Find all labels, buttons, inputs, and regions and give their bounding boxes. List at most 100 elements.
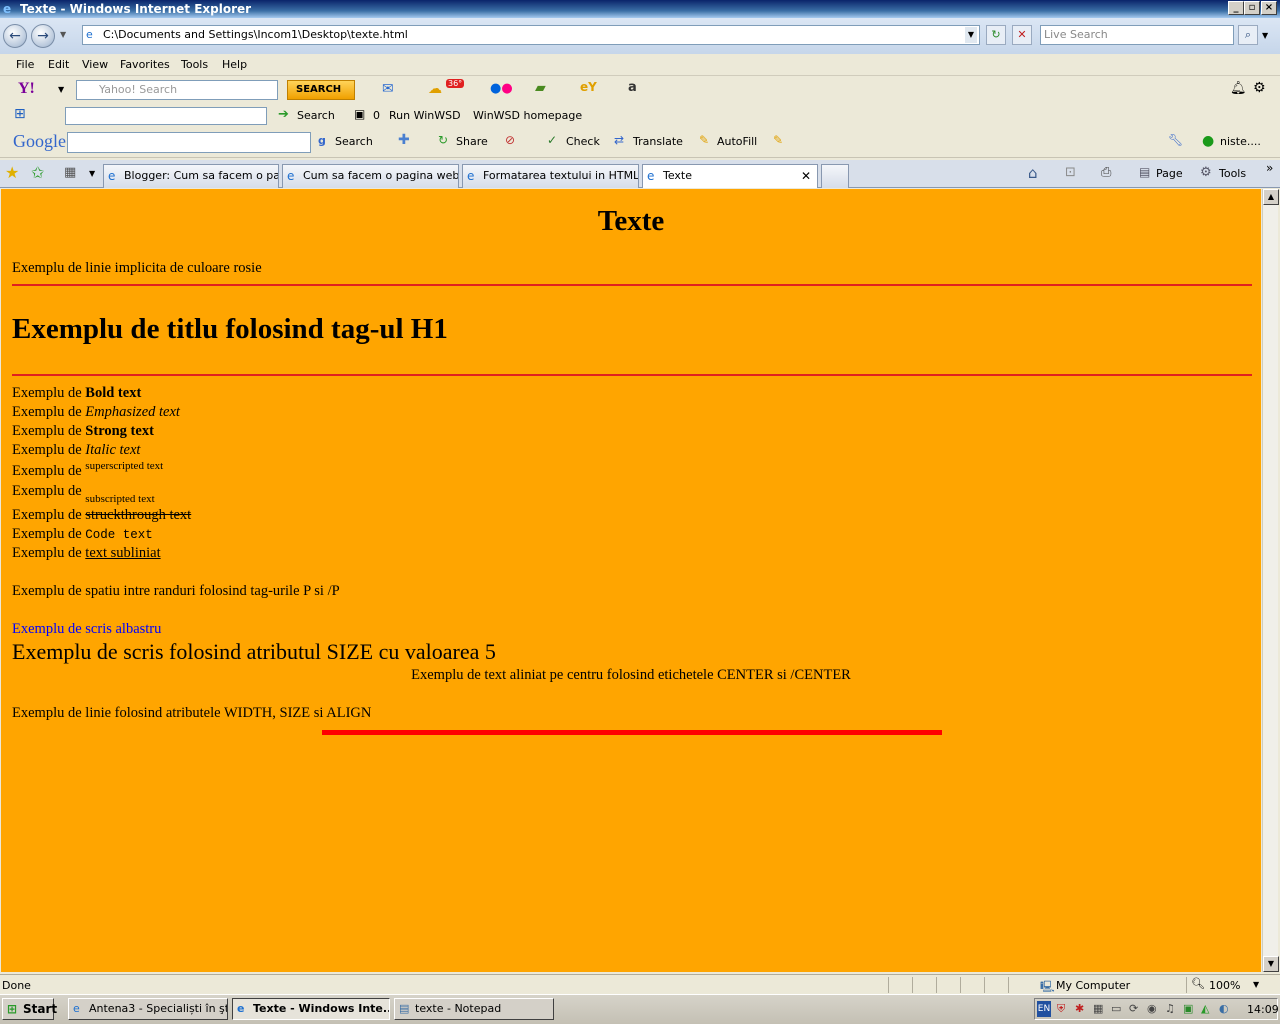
winwsd-search-button[interactable]: Search: [297, 109, 335, 122]
tray-app-icon[interactable]: ◐: [1219, 1002, 1229, 1015]
back-button[interactable]: ←: [3, 24, 27, 48]
menu-help[interactable]: Help: [222, 58, 247, 71]
amazon-icon[interactable]: a: [628, 80, 637, 95]
nvidia-icon[interactable]: ◭: [1201, 1002, 1209, 1015]
audio-icon[interactable]: ♫: [1165, 1002, 1175, 1015]
notepad-icon[interactable]: ▰: [535, 80, 546, 96]
check-button[interactable]: Check: [566, 135, 600, 148]
tab-texte[interactable]: e Texte ✕: [642, 164, 818, 188]
antivirus-icon[interactable]: ✱: [1075, 1002, 1084, 1015]
flickr-icon[interactable]: ●●: [490, 81, 513, 96]
ebay-icon[interactable]: eY: [580, 80, 597, 94]
shield-icon[interactable]: ⛨: [1057, 1002, 1065, 1016]
search-options-icon[interactable]: ▼: [1262, 31, 1268, 40]
window-title: Texte - Windows Internet Explorer: [20, 2, 252, 16]
tab-formatarea[interactable]: e Formatarea textului in HTML: [462, 164, 639, 188]
scroll-up-icon[interactable]: ▲: [1263, 189, 1279, 205]
live-search-input[interactable]: Live Search: [1040, 25, 1234, 45]
forward-button[interactable]: →: [31, 24, 55, 48]
update-icon[interactable]: ▣: [1183, 1002, 1193, 1015]
wrench-icon[interactable]: 🔧︎: [1168, 133, 1183, 147]
tools-menu-button[interactable]: Tools: [1219, 167, 1246, 180]
zoom-dropdown-icon[interactable]: ▼: [1253, 980, 1259, 989]
gear-icon[interactable]: ⚙: [1253, 80, 1266, 96]
taskbar-texte-ie[interactable]: e Texte - Windows Inte...: [232, 998, 390, 1020]
start-label: Start: [23, 1002, 58, 1016]
menu-tools[interactable]: Tools: [181, 58, 208, 71]
translate-button[interactable]: Translate: [633, 135, 683, 148]
taskbar-label: Antena3 - Specialiști în şt...: [89, 1002, 228, 1015]
page-title: Texte: [597, 205, 665, 237]
ie-icon: e: [108, 169, 116, 183]
google-g-icon: g: [318, 134, 326, 147]
horizontal-rule: [12, 284, 1252, 286]
highlighter-icon[interactable]: ✎: [773, 133, 783, 147]
device-icon[interactable]: ◉: [1147, 1002, 1157, 1015]
minimize-button[interactable]: _: [1228, 1, 1244, 15]
google-toolbar: Google g Search ✚ ↻ Share ⊘ ✓ Check ⇄ Tr…: [0, 128, 1280, 158]
maximize-button[interactable]: ▫: [1244, 1, 1260, 15]
yahoo-search-input[interactable]: Yahoo! Search: [76, 80, 278, 100]
winwsd-homepage-button[interactable]: WinWSD homepage: [473, 109, 582, 122]
address-dropdown-icon[interactable]: ▼: [965, 27, 977, 43]
taskbar-antena3[interactable]: e Antena3 - Specialiști în şt...: [68, 998, 228, 1020]
chevron-right-icon[interactable]: »: [1266, 161, 1273, 175]
tab-cum-sa-facem[interactable]: e Cum sa facem o pagina web:...: [282, 164, 459, 188]
refresh-icon[interactable]: ↻: [986, 25, 1006, 45]
popup-blocker-icon[interactable]: ⊘: [505, 133, 515, 147]
prefix-text: Exemplu de: [12, 463, 82, 479]
system-tray: EN ⛨ ✱ ▦ ▭ ⟳ ◉ ♫ ▣ ◭ ◐ 14:09: [1034, 998, 1279, 1020]
tab-blogger[interactable]: e Blogger: Cum sa facem o pa...: [103, 164, 279, 188]
page-menu-button[interactable]: Page: [1156, 167, 1183, 180]
favorites-star-icon[interactable]: ★: [5, 163, 19, 182]
print-icon[interactable]: ⎙: [1101, 165, 1111, 180]
run-winwsd-button[interactable]: Run WinWSD: [389, 109, 461, 122]
ie-icon: e: [467, 169, 475, 183]
quick-tabs-icon[interactable]: ▦: [64, 165, 76, 180]
vertical-scrollbar[interactable]: ▲ ▼: [1262, 189, 1279, 972]
close-tab-icon[interactable]: ✕: [801, 165, 811, 187]
close-button[interactable]: ×: [1261, 1, 1277, 15]
search-icon[interactable]: ⌕: [1238, 25, 1258, 45]
network-icon[interactable]: ▦: [1093, 1002, 1103, 1015]
yahoo-logo-icon[interactable]: Y!: [18, 80, 35, 98]
language-indicator[interactable]: EN: [1037, 1001, 1051, 1017]
weather-icon[interactable]: ☁: [428, 81, 442, 97]
feeds-icon[interactable]: ⊡: [1065, 165, 1076, 180]
start-button[interactable]: ⊞ Start: [2, 998, 58, 1020]
menu-file[interactable]: File: [16, 58, 34, 71]
mail-icon[interactable]: ✉: [382, 81, 394, 97]
windows-flag-icon[interactable]: ⊞: [14, 106, 26, 122]
address-bar[interactable]: e C:\Documents and Settings\Incom1\Deskt…: [82, 25, 980, 45]
recent-pages-icon[interactable]: ▼: [60, 30, 66, 39]
yahoo-search-button[interactable]: SEARCH: [287, 80, 355, 100]
menu-favorites[interactable]: Favorites: [120, 58, 170, 71]
stop-icon[interactable]: ✕: [1012, 25, 1032, 45]
tab-list-icon[interactable]: ▼: [89, 169, 95, 178]
taskbar-notepad[interactable]: ▤ texte - Notepad: [394, 998, 554, 1020]
italic-example: Exemplu de Italic text: [12, 442, 140, 459]
account-button[interactable]: niste....: [1220, 135, 1261, 148]
bell-icon[interactable]: 🔔︎: [1230, 81, 1247, 96]
yahoo-menu-icon[interactable]: ▼: [58, 85, 64, 94]
plus-icon[interactable]: ✚: [398, 132, 410, 148]
winwsd-search-input[interactable]: [65, 107, 267, 125]
google-search-button[interactable]: Search: [335, 135, 373, 148]
home-icon[interactable]: ⌂: [1028, 164, 1038, 182]
go-arrow-icon: ➔: [278, 107, 289, 122]
menu-bar: File Edit View Favorites Tools Help: [0, 54, 1280, 76]
menu-edit[interactable]: Edit: [48, 58, 69, 71]
bold-text: Bold text: [85, 385, 142, 401]
google-search-input[interactable]: [67, 132, 311, 153]
autofill-button[interactable]: AutoFill: [717, 135, 757, 148]
new-tab-button[interactable]: [821, 164, 849, 188]
add-favorite-icon[interactable]: ✩: [31, 163, 44, 182]
monitor-icon[interactable]: ▭: [1111, 1002, 1121, 1015]
status-bar: Done 🖳︎ My Computer 🔍︎ 100% ▼: [0, 974, 1280, 994]
google-logo[interactable]: Google: [13, 131, 66, 152]
sync-icon[interactable]: ⟳: [1129, 1002, 1138, 1015]
share-button[interactable]: Share: [456, 135, 488, 148]
zoom-panel[interactable]: 🔍︎ 100% ▼: [1186, 977, 1276, 993]
menu-view[interactable]: View: [82, 58, 108, 71]
scroll-down-icon[interactable]: ▼: [1263, 956, 1279, 972]
